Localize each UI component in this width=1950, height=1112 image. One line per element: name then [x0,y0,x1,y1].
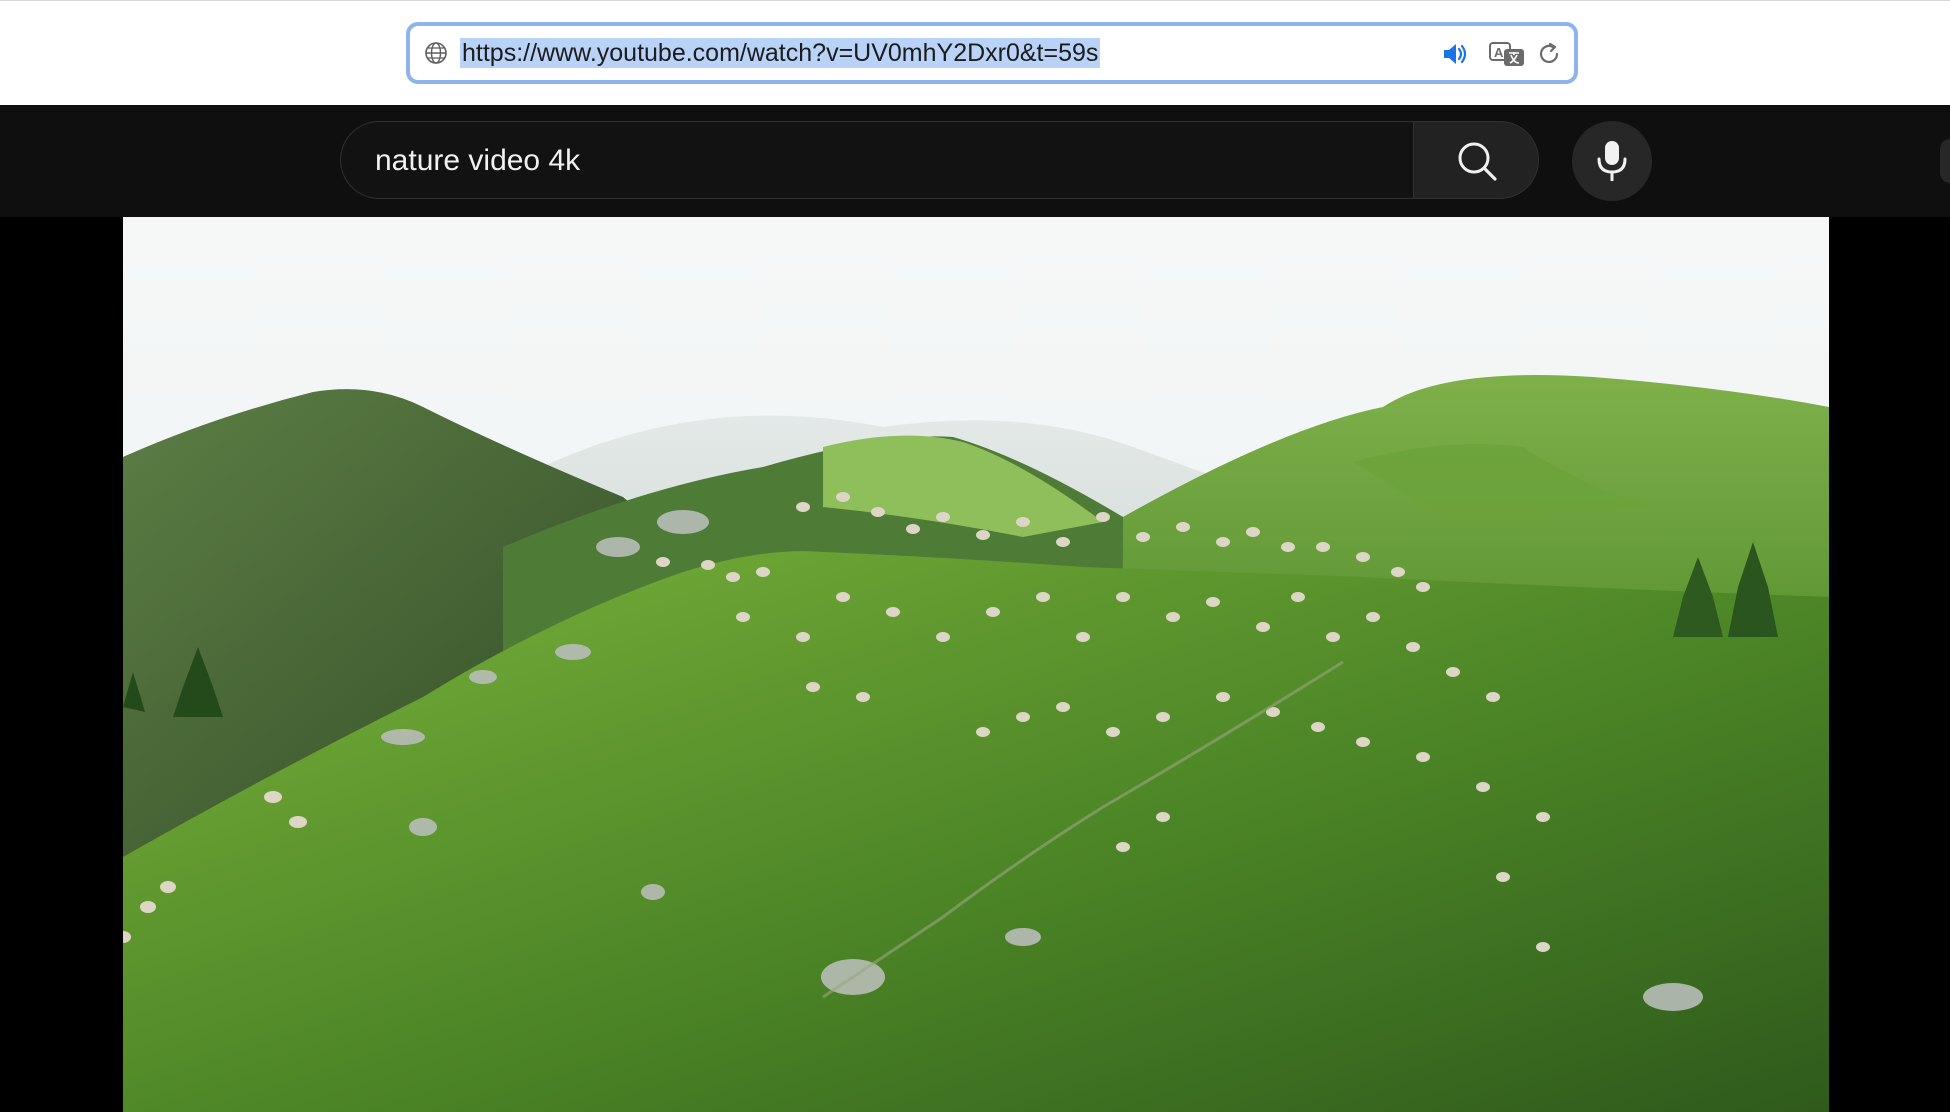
url-text[interactable]: https://www.youtube.com/watch?v=UV0mhY2D… [460,38,1101,68]
video-player[interactable] [0,217,1950,1112]
speaker-icon[interactable] [1440,39,1470,69]
search-icon [1458,142,1497,181]
globe-icon [425,42,447,64]
search-input[interactable]: nature video 4k [340,121,1414,199]
youtube-header: nature video 4k [0,105,1950,217]
translate-icon[interactable]: A [1488,39,1528,69]
search-query[interactable]: nature video 4k [375,122,580,200]
svg-text:A: A [1494,45,1504,60]
reload-icon[interactable] [1534,39,1564,69]
address-bar[interactable]: https://www.youtube.com/watch?v=UV0mhY2D… [406,22,1578,84]
voice-search-button[interactable] [1572,121,1652,201]
browser-toolbar: https://www.youtube.com/watch?v=UV0mhY2D… [0,0,1950,105]
video-frame[interactable] [123,217,1829,1112]
search-button[interactable] [1413,121,1539,199]
video-scene-image [123,217,1829,1112]
header-overflow-button[interactable] [1940,139,1950,183]
microphone-icon [1597,141,1627,181]
